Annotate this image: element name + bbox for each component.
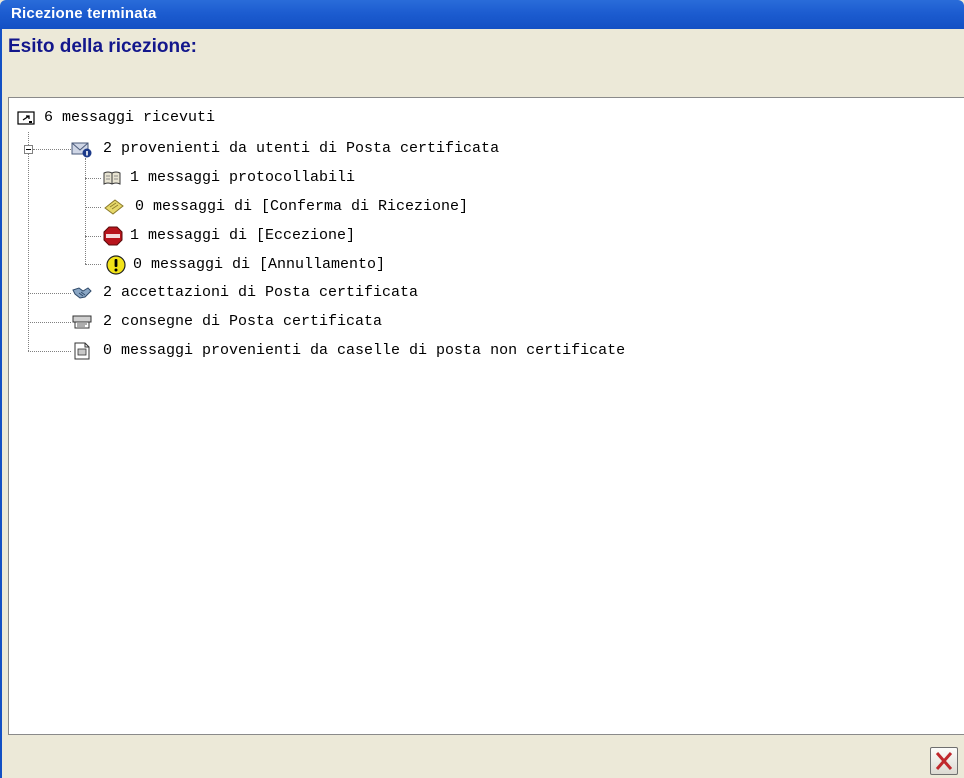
status-bar — [8, 735, 964, 778]
tree-node-label: 2 consegne di Posta certificata — [103, 313, 383, 330]
tree-node-label: 1 messaggi di [Eccezione] — [130, 227, 356, 244]
tree-connector — [85, 264, 101, 265]
tree-node-label: 2 provenienti da utenti di Posta certifi… — [103, 140, 500, 157]
page-heading: Esito della ricezione: — [8, 36, 197, 57]
delivery-icon — [72, 315, 92, 329]
tree-node-label: 0 messaggi provenienti da caselle di pos… — [103, 342, 626, 359]
tree-connector — [85, 178, 101, 179]
tree-node-label: 6 messaggi ricevuti — [44, 109, 216, 126]
tree-node-label: 0 messaggi di [Conferma di Ricezione] — [135, 198, 469, 215]
tree-node-label: 2 accettazioni di Posta certificata — [103, 284, 419, 301]
window-icon — [17, 111, 35, 125]
tree-connector — [85, 158, 86, 264]
tree-node-label: 0 messaggi di [Annullamento] — [133, 256, 386, 273]
tree-connector — [85, 207, 101, 208]
note-icon — [104, 199, 124, 215]
tree-connector — [33, 149, 71, 150]
close-icon — [935, 752, 953, 770]
tree-connector — [28, 351, 71, 352]
document-icon — [74, 342, 90, 360]
tree-node-label: 1 messaggi protocollabili — [130, 169, 356, 186]
warning-icon — [106, 255, 126, 275]
results-panel: 6 messaggi ricevuti 2 provenienti da ute… — [8, 97, 964, 735]
stop-sign-icon — [103, 226, 123, 246]
window-border — [0, 29, 2, 778]
handshake-icon — [72, 287, 92, 299]
tree-connector — [85, 236, 101, 237]
title-bar: Ricezione terminata — [0, 0, 964, 29]
window-title: Ricezione terminata — [11, 5, 157, 22]
close-button[interactable] — [930, 747, 958, 775]
certified-mail-icon — [71, 142, 92, 158]
book-icon — [103, 171, 121, 185]
tree-connector — [28, 293, 71, 294]
results-tree: 6 messaggi ricevuti 2 provenienti da ute… — [9, 98, 964, 734]
tree-connector — [28, 322, 71, 323]
collapse-toggle[interactable] — [24, 145, 33, 154]
tree-connector — [28, 132, 29, 351]
